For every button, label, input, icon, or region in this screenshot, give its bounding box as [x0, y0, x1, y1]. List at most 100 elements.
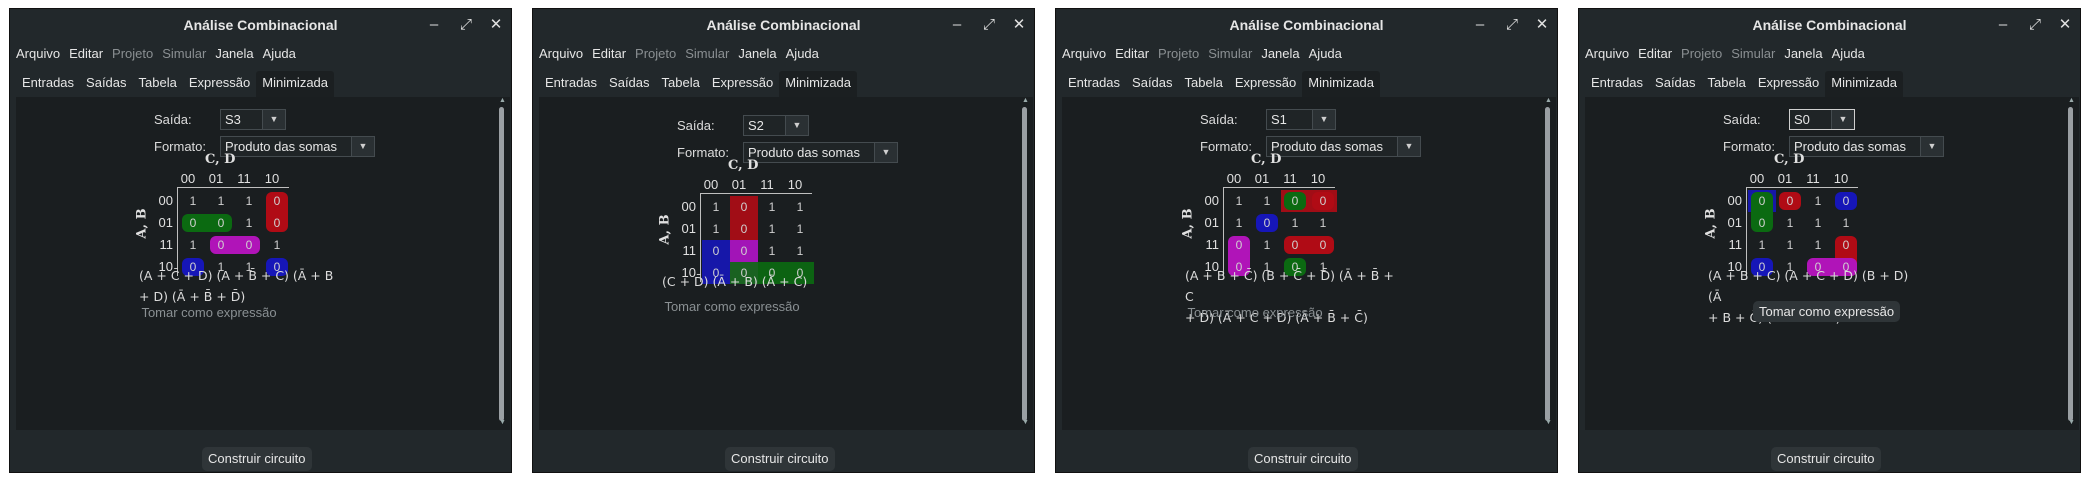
tab[interactable]: Saídas — [1126, 71, 1178, 97]
chevron-down-icon[interactable]: ▼ — [874, 143, 897, 162]
chevron-down-icon[interactable]: ▼ — [785, 116, 808, 135]
menu-item[interactable]: Arquivo — [539, 46, 583, 61]
output-select[interactable]: S3 ▼ — [220, 109, 286, 130]
scrollbar[interactable]: ▲ ▼ — [1545, 97, 1552, 426]
tab[interactable]: Saídas — [80, 71, 132, 97]
tab[interactable]: Expressão — [1229, 71, 1302, 97]
close-icon[interactable]: ✕ — [489, 17, 503, 32]
build-circuit-button[interactable]: Construir circuito — [725, 447, 835, 471]
chevron-down-icon[interactable]: ▼ — [1920, 137, 1943, 156]
scroll-thumb[interactable] — [2068, 107, 2073, 421]
scroll-up-icon[interactable]: ▲ — [1545, 97, 1552, 104]
tab[interactable]: Tabela — [1179, 71, 1229, 97]
tab[interactable]: Minimizada — [1302, 71, 1381, 97]
menu-item[interactable]: Simular — [162, 46, 206, 61]
tab[interactable]: Expressão — [1752, 71, 1825, 97]
tab[interactable]: Expressão — [183, 71, 256, 97]
tab[interactable]: Minimizada — [1825, 71, 1904, 97]
menu-item[interactable]: Editar — [592, 46, 626, 61]
close-icon[interactable]: ✕ — [1535, 17, 1549, 32]
menu-item[interactable]: Simular — [1731, 46, 1775, 61]
scrollbar[interactable]: ▲ ▼ — [499, 97, 506, 426]
take-as-expression-button[interactable]: Tomar como expressão — [0, 305, 456, 320]
title-bar[interactable]: Análise Combinacional – ⤢ ✕ — [533, 9, 1034, 43]
build-circuit-button[interactable]: Construir circuito — [202, 447, 312, 471]
title-bar[interactable]: Análise Combinacional – ⤢ ✕ — [10, 9, 511, 43]
menu-item[interactable]: Projeto — [635, 46, 676, 61]
take-as-expression-button[interactable]: Tomar como expressão — [1753, 301, 1901, 322]
kmap-cell: 1 — [1786, 238, 1794, 252]
menu-item[interactable]: Editar — [1638, 46, 1672, 61]
tab-bar: Entradas Saídas Tabela Expressão Minimizada — [1062, 71, 1381, 97]
menu-item[interactable]: Ajuda — [1309, 46, 1342, 61]
chevron-down-icon[interactable]: ▼ — [1397, 137, 1420, 156]
divider — [700, 193, 812, 194]
menu-item[interactable]: Simular — [685, 46, 729, 61]
maximize-icon[interactable]: ⤢ — [2028, 17, 2042, 32]
kmap-cell: 1 — [1842, 216, 1850, 230]
scroll-down-icon[interactable]: ▼ — [499, 419, 506, 426]
scroll-thumb[interactable] — [499, 107, 504, 421]
menu-item[interactable]: Janela — [1784, 46, 1822, 61]
minimize-icon[interactable]: – — [1473, 17, 1487, 32]
menu-item[interactable]: Arquivo — [1585, 46, 1629, 61]
scrollbar[interactable]: ▲ ▼ — [2068, 97, 2075, 426]
close-icon[interactable]: ✕ — [2058, 17, 2072, 32]
menu-item[interactable]: Janela — [1261, 46, 1299, 61]
chevron-down-icon[interactable]: ▼ — [262, 110, 285, 129]
scroll-thumb[interactable] — [1545, 107, 1550, 421]
tab[interactable]: Minimizada — [256, 71, 335, 97]
scrollbar[interactable]: ▲ ▼ — [1022, 97, 1029, 426]
menu-item[interactable]: Janela — [215, 46, 253, 61]
tab[interactable]: Tabela — [656, 71, 706, 97]
scroll-down-icon[interactable]: ▼ — [1545, 419, 1552, 426]
menu-item[interactable]: Simular — [1208, 46, 1252, 61]
minimize-icon[interactable]: – — [950, 17, 964, 32]
scroll-down-icon[interactable]: ▼ — [2068, 419, 2075, 426]
menu-item[interactable]: Editar — [1115, 46, 1149, 61]
tab[interactable]: Saídas — [1649, 71, 1701, 97]
chevron-down-icon[interactable]: ▼ — [1312, 110, 1335, 129]
menu-item[interactable]: Arquivo — [16, 46, 60, 61]
scroll-down-icon[interactable]: ▼ — [1022, 419, 1029, 426]
tab[interactable]: Entradas — [539, 71, 603, 97]
menu-item[interactable]: Ajuda — [1832, 46, 1865, 61]
menu-item[interactable]: Ajuda — [263, 46, 296, 61]
menu-item[interactable]: Arquivo — [1062, 46, 1106, 61]
output-select[interactable]: S1 ▼ — [1266, 109, 1336, 130]
menu-item[interactable]: Projeto — [1681, 46, 1722, 61]
scroll-up-icon[interactable]: ▲ — [499, 97, 506, 104]
tab[interactable]: Entradas — [16, 71, 80, 97]
menu-item[interactable]: Projeto — [1158, 46, 1199, 61]
maximize-icon[interactable]: ⤢ — [459, 17, 473, 32]
build-circuit-button[interactable]: Construir circuito — [1248, 447, 1358, 471]
minimize-icon[interactable]: – — [427, 17, 441, 32]
tab[interactable]: Saídas — [603, 71, 655, 97]
tab[interactable]: Entradas — [1585, 71, 1649, 97]
menu-item[interactable]: Janela — [738, 46, 776, 61]
chevron-down-icon[interactable]: ▼ — [351, 137, 374, 156]
scroll-thumb[interactable] — [1022, 107, 1027, 421]
tab[interactable]: Minimizada — [779, 71, 858, 97]
take-as-expression-button[interactable]: Tomar como expressão — [485, 299, 979, 314]
chevron-down-icon[interactable]: ▼ — [1831, 110, 1854, 129]
tab[interactable]: Tabela — [1702, 71, 1752, 97]
tab[interactable]: Entradas — [1062, 71, 1126, 97]
maximize-icon[interactable]: ⤢ — [982, 17, 996, 32]
menu-item[interactable]: Projeto — [112, 46, 153, 61]
scroll-up-icon[interactable]: ▲ — [2068, 97, 2075, 104]
take-as-expression-button[interactable]: Tomar como expressão — [1008, 305, 1502, 320]
menu-item[interactable]: Editar — [69, 46, 103, 61]
build-circuit-button[interactable]: Construir circuito — [1771, 447, 1881, 471]
menu-item[interactable]: Ajuda — [786, 46, 819, 61]
title-bar[interactable]: Análise Combinacional – ⤢ ✕ — [1579, 9, 2080, 43]
tab[interactable]: Expressão — [706, 71, 779, 97]
tab[interactable]: Tabela — [133, 71, 183, 97]
close-icon[interactable]: ✕ — [1012, 17, 1026, 32]
scroll-up-icon[interactable]: ▲ — [1022, 97, 1029, 104]
maximize-icon[interactable]: ⤢ — [1505, 17, 1519, 32]
output-select[interactable]: S0 ▼ — [1789, 109, 1855, 130]
title-bar[interactable]: Análise Combinacional – ⤢ ✕ — [1056, 9, 1557, 43]
output-select[interactable]: S2 ▼ — [743, 115, 809, 136]
minimize-icon[interactable]: – — [1996, 17, 2010, 32]
